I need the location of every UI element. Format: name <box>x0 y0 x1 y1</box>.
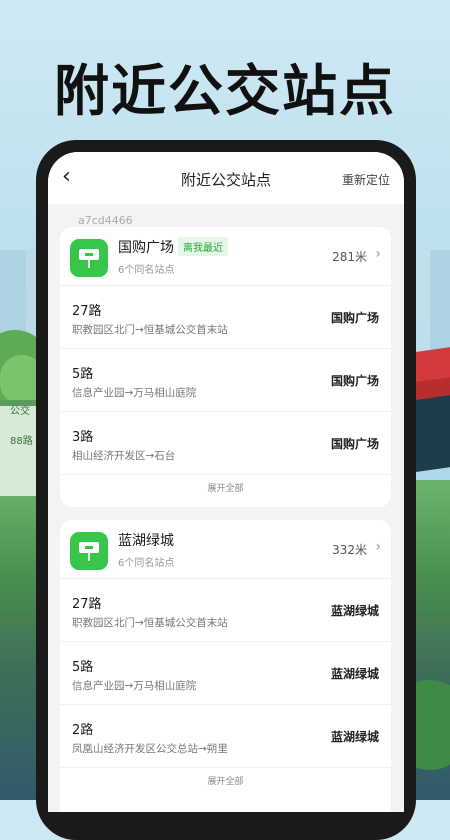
stop-name: 国购广场 <box>118 240 174 256</box>
relocate-button[interactable]: 重新定位 <box>342 171 390 188</box>
nearest-badge: 离我最近 <box>178 237 228 256</box>
route-stop: 蓝湖绿城 <box>330 604 379 618</box>
shelter-label: 88路 <box>10 436 33 447</box>
stop-distance: 281米 <box>332 250 367 264</box>
route-name: 27路 <box>72 304 102 319</box>
route-path: 职教园区北门→恒基城公交首末站 <box>72 324 228 336</box>
expand-all-button[interactable]: 展开全部 <box>60 475 391 494</box>
route-row[interactable]: 27路 职教园区北门→恒基城公交首末站 国购广场 <box>60 286 391 349</box>
route-row[interactable]: 5路 信息产业园→万马相山庭院 蓝湖绿城 <box>60 642 391 705</box>
route-name: 27路 <box>72 597 102 612</box>
bus-stop-icon <box>70 532 108 570</box>
stop-header[interactable]: 国购广场 离我最近 6个同名站点 281米 › <box>60 227 391 286</box>
route-row[interactable]: 3路 相山经济开发区→石台 国购广场 <box>60 412 391 475</box>
route-path: 信息产业园→万马相山庭院 <box>72 387 197 399</box>
route-path: 凤凰山经济开发区公交总站→朔里 <box>72 743 228 755</box>
chevron-right-icon[interactable]: › <box>375 246 381 262</box>
route-name: 2路 <box>72 723 94 738</box>
route-path: 信息产业园→万马相山庭院 <box>72 680 197 692</box>
nav-bar: ‹ 附近公交站点 重新定位 <box>48 152 404 204</box>
route-stop: 国购广场 <box>330 311 379 325</box>
stop-name: 蓝湖绿城 <box>118 533 174 549</box>
route-row[interactable]: 27路 职教园区北门→恒基城公交首末站 蓝湖绿城 <box>60 579 391 642</box>
route-name: 5路 <box>72 660 94 675</box>
route-name: 5路 <box>72 367 94 382</box>
watermark-text: a7cd4466 <box>78 214 133 227</box>
route-stop: 国购广场 <box>330 374 379 388</box>
same-name-count: 6个同名站点 <box>118 558 175 569</box>
stop-card: 蓝湖绿城 6个同名站点 332米 › 27路 职教园区北门→恒基城公交首末站 蓝… <box>60 520 391 812</box>
shelter-label: 公交 <box>10 406 30 417</box>
route-stop: 蓝湖绿城 <box>330 667 379 681</box>
route-path: 相山经济开发区→石台 <box>72 450 176 462</box>
stop-header[interactable]: 蓝湖绿城 6个同名站点 332米 › <box>60 520 391 579</box>
expand-all-button[interactable]: 展开全部 <box>60 768 391 787</box>
stop-card: 国购广场 离我最近 6个同名站点 281米 › 27路 职教园区北门→恒基城公交… <box>60 227 391 507</box>
route-path: 职教园区北门→恒基城公交首末站 <box>72 617 228 629</box>
route-stop: 蓝湖绿城 <box>330 730 379 744</box>
route-name: 3路 <box>72 430 94 445</box>
promo-headline: 附近公交站点 <box>53 59 396 123</box>
same-name-count: 6个同名站点 <box>118 265 175 276</box>
phone-screen: ‹ 附近公交站点 重新定位 a7cd4466 国购广场 离我最近 6个同名站点 … <box>48 152 404 812</box>
route-row[interactable]: 2路 凤凰山经济开发区公交总站→朔里 蓝湖绿城 <box>60 705 391 768</box>
bus-stop-icon <box>70 239 108 277</box>
route-stop: 国购广场 <box>330 437 379 451</box>
chevron-right-icon[interactable]: › <box>375 539 381 555</box>
stop-distance: 332米 <box>332 543 367 557</box>
route-row[interactable]: 5路 信息产业园→万马相山庭院 国购广场 <box>60 349 391 412</box>
